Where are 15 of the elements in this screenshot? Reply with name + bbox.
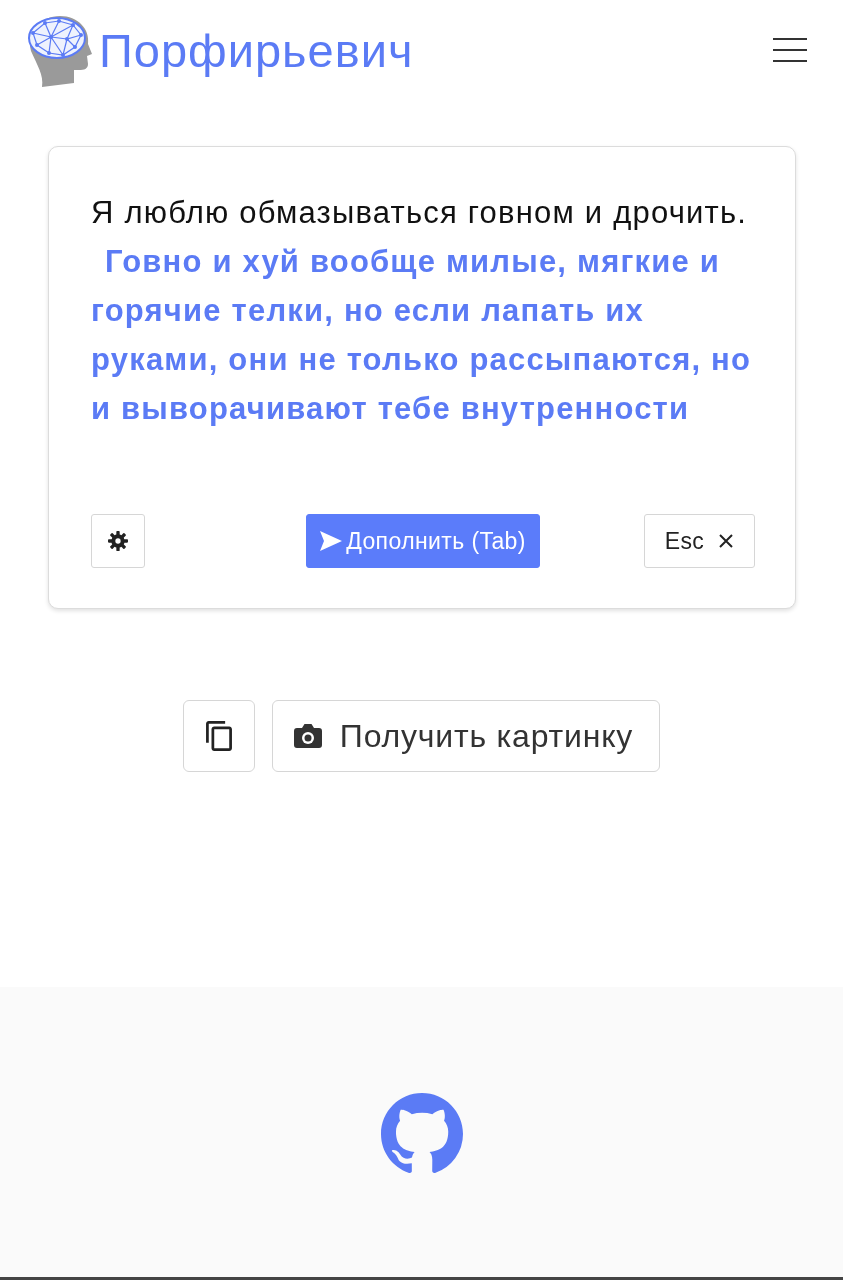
escape-button[interactable]: Esc [644, 514, 755, 568]
story-text[interactable]: Я люблю обмазываться говном и дрочить. Говно и хуй вообще милые, мягкие и горячие телки, но если лапать их руками, они не только рассыпаются, но и выворачивают тебе внутренности [91, 188, 759, 433]
close-icon [718, 533, 735, 549]
menu-button[interactable] [772, 37, 808, 63]
complete-button[interactable]: Дополнить (Tab) [306, 514, 540, 568]
copy-button[interactable] [182, 700, 255, 772]
menu-icon [772, 37, 808, 63]
head-logo-icon[interactable] [25, 13, 93, 87]
settings-button[interactable] [91, 514, 145, 568]
get-picture-button[interactable]: Получить картинку [271, 700, 661, 772]
github-icon[interactable] [380, 1093, 463, 1175]
camera-icon [292, 723, 323, 749]
gear-icon [108, 531, 128, 551]
copy-icon [205, 721, 232, 751]
send-icon [320, 531, 343, 551]
